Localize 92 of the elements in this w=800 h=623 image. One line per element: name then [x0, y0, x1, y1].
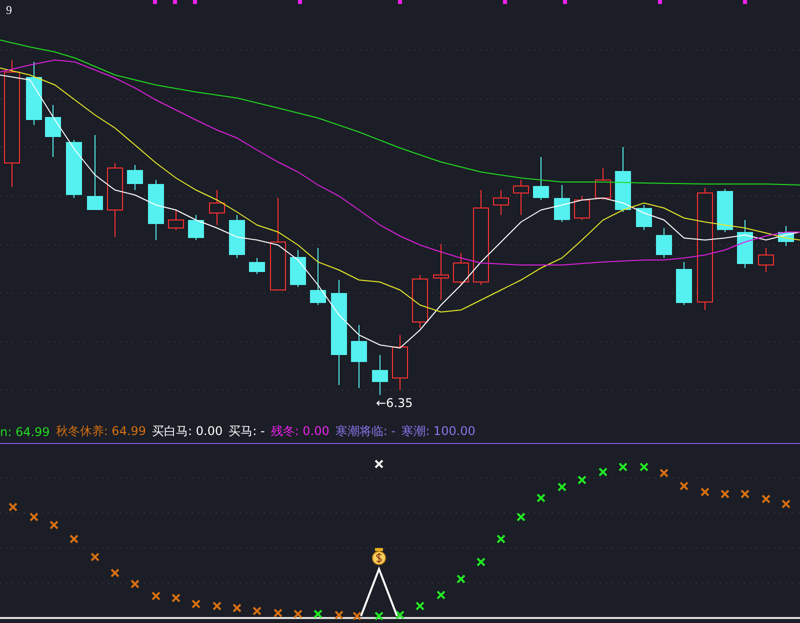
- cross-mark: [314, 610, 322, 618]
- candlestick: [513, 180, 529, 216]
- price-label: 9: [6, 3, 12, 17]
- cross-mark: [152, 592, 160, 600]
- candlestick: [229, 214, 245, 258]
- signal-marker: [153, 0, 157, 4]
- signal-marker: [743, 0, 747, 4]
- cross-mark: [640, 462, 648, 472]
- cross-mark: [516, 512, 526, 522]
- candlestick: [453, 252, 469, 286]
- candlestick: [26, 62, 42, 126]
- candlestick: [45, 104, 61, 158]
- candlestick: [168, 210, 184, 230]
- cross-mark: [740, 490, 750, 498]
- cross-mark: [680, 482, 688, 490]
- candlestick: [372, 354, 388, 396]
- candlestick: [351, 324, 367, 388]
- money-bag-icon: [372, 548, 386, 565]
- cross-mark: [212, 602, 222, 610]
- signal-marker: [563, 0, 567, 4]
- cross-mark: [396, 610, 404, 620]
- cross-mark: [50, 520, 58, 530]
- signal-marker: [658, 0, 662, 4]
- cross-mark: [130, 580, 140, 588]
- candlestick: [290, 250, 306, 288]
- cross-mark: [110, 568, 120, 578]
- candlestick: [392, 334, 408, 390]
- candlestick: [148, 180, 164, 240]
- cross-mark: [416, 602, 424, 610]
- cross-mark: [192, 600, 200, 608]
- signal-marker: [298, 0, 302, 4]
- candlestick: [758, 248, 774, 272]
- cross-mark: [274, 608, 282, 618]
- candlestick: [656, 228, 672, 258]
- candlestick: [66, 140, 82, 198]
- cross-mark: [294, 610, 302, 618]
- cross-mark: [700, 488, 710, 496]
- peak-line: [360, 566, 398, 616]
- cross-mark: [70, 534, 78, 544]
- cross-mark: [252, 606, 262, 616]
- cross-mark: [762, 494, 770, 504]
- signal-marker: [173, 0, 177, 4]
- cross-mark: [496, 534, 506, 544]
- candlestick: [554, 184, 570, 222]
- cross-mark: [720, 490, 730, 498]
- candlestick: [676, 262, 692, 306]
- low-price-label: ←6.35: [376, 396, 413, 410]
- indicator-value: n: 64.99: [0, 424, 50, 438]
- indicator-value: 买马: -: [228, 423, 265, 440]
- cross-mark: [578, 476, 586, 484]
- indicator-value: 买白马: 0.00: [152, 423, 223, 440]
- candlestick: [493, 190, 509, 216]
- cross-mark: [536, 494, 546, 502]
- cross-mark: [30, 512, 38, 522]
- cross-mark: [782, 500, 790, 508]
- indicator-value: 寒潮: 100.00: [402, 423, 476, 440]
- candlestick: [533, 156, 549, 200]
- candlestick: [595, 168, 611, 200]
- cross-mark: [90, 552, 100, 562]
- indicator-value: 残冬: 0.00: [270, 423, 330, 440]
- candlestick: [636, 204, 652, 230]
- cross-mark: [660, 468, 668, 478]
- cross-mark: [598, 468, 608, 476]
- candlestick: [310, 248, 326, 306]
- cross-mark: [334, 610, 344, 620]
- indicator-value: 寒潮将临: -: [335, 423, 396, 440]
- candlestick: [209, 190, 225, 226]
- candlestick: [412, 274, 428, 328]
- indicator-value: 秋冬休养: 64.99: [56, 423, 146, 440]
- candlestick: [574, 196, 590, 220]
- cross-mark: [172, 594, 180, 602]
- signal-marker: [503, 0, 507, 4]
- cross-mark: [374, 460, 384, 468]
- candlestick: [127, 164, 143, 190]
- signal-marker: [193, 0, 197, 4]
- cross-mark: [374, 612, 384, 620]
- cross-mark: [456, 574, 466, 584]
- cross-mark: [618, 462, 628, 472]
- cross-mark: [476, 558, 486, 566]
- candlestick: [433, 244, 449, 300]
- candlestick: [737, 220, 753, 268]
- cross-mark: [232, 604, 242, 612]
- candlestick: [188, 214, 204, 240]
- cross-mark: [8, 502, 18, 512]
- candlestick: [615, 146, 631, 212]
- candlestick: [249, 258, 265, 274]
- cross-mark: [436, 590, 446, 600]
- cross-mark: [558, 482, 566, 492]
- candlestick: [717, 188, 733, 232]
- candlestick: [778, 226, 794, 246]
- signal-marker: [398, 0, 402, 4]
- cross-mark: [352, 612, 362, 620]
